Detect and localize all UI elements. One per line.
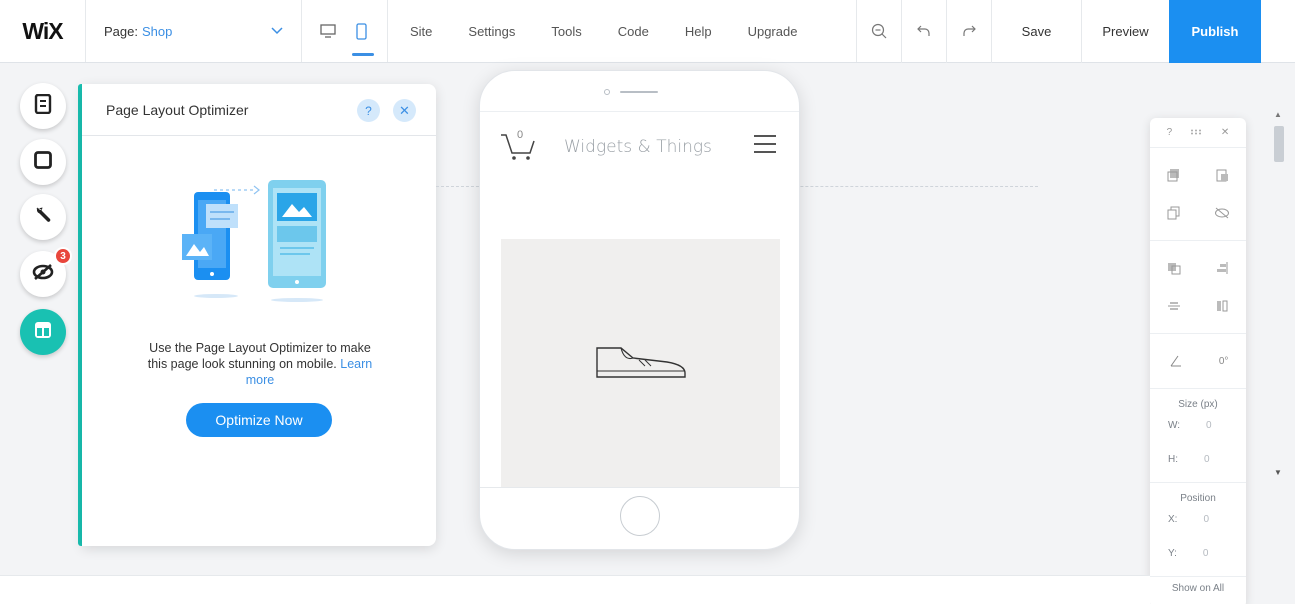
scroll-up-icon[interactable]: ▲ — [1274, 110, 1282, 119]
menu-item-upgrade[interactable]: Upgrade — [748, 24, 798, 39]
scroll-down-icon[interactable]: ▼ — [1274, 468, 1282, 477]
height-field[interactable]: H: 0 — [1150, 444, 1246, 474]
pages-icon — [34, 93, 52, 119]
align-right-icon[interactable] — [1214, 260, 1230, 276]
hamburger-menu-icon[interactable] — [754, 135, 776, 159]
zoom-out-icon[interactable] — [857, 0, 902, 63]
arrange-section — [1150, 148, 1246, 241]
hidden-elements-button[interactable]: 3 — [20, 247, 72, 297]
x-field[interactable]: X: 0 — [1150, 504, 1246, 534]
phone-speaker — [620, 91, 658, 93]
hide-eye-icon[interactable] — [1214, 205, 1230, 221]
pages-button[interactable] — [20, 83, 66, 129]
hidden-count-badge: 3 — [54, 247, 72, 265]
distribute-icon[interactable] — [1166, 298, 1182, 314]
inspector-help-button[interactable]: ? — [1167, 127, 1173, 138]
align-section — [1150, 241, 1246, 334]
layout-icon — [34, 321, 52, 344]
camera-dot — [604, 89, 610, 95]
duplicate-icon[interactable] — [1166, 205, 1182, 221]
mobile-preview-frame: 0 Widgets & Things — [479, 70, 800, 550]
size-section: Size (px) W: 0 H: 0 — [1150, 389, 1246, 483]
toolbar-actions: Save Preview Publish — [857, 0, 1261, 63]
page-label: Page: — [104, 23, 138, 39]
size-label: Size (px) — [1178, 399, 1218, 410]
panel-header: Page Layout Optimizer ? ✕ — [82, 84, 436, 136]
menu-item-settings[interactable]: Settings — [468, 24, 515, 39]
save-button[interactable]: Save — [992, 0, 1082, 63]
arrange-icon[interactable] — [1166, 260, 1182, 276]
canvas-scrollbar[interactable]: ▲ ▼ — [1270, 110, 1286, 500]
rotate-angle-icon[interactable] — [1168, 353, 1184, 369]
hidden-eye-icon — [32, 263, 54, 286]
home-button — [620, 496, 660, 536]
position-section: Position X: 0 Y: 0 — [1150, 483, 1246, 577]
inspector-close-button[interactable]: ✕ — [1221, 127, 1229, 138]
cart-icon[interactable]: 0 — [500, 129, 538, 166]
screen-edge — [480, 111, 799, 112]
device-switcher — [302, 0, 388, 62]
wrench-icon — [33, 205, 53, 230]
square-icon — [34, 150, 52, 174]
preview-button[interactable]: Preview — [1082, 0, 1169, 63]
optimizer-description: Use the Page Layout Optimizer to make th… — [147, 341, 373, 387]
width-field[interactable]: W: 0 — [1150, 410, 1246, 440]
product-image[interactable] — [501, 239, 780, 487]
phone-bottom-edge — [480, 487, 799, 488]
inspector-panel: ? ✕ 0° Size (px) W: 0 H: 0 Position X: 0… — [1150, 118, 1246, 604]
desktop-icon[interactable] — [319, 22, 336, 40]
menu-item-tools[interactable]: Tools — [551, 24, 581, 39]
tools-button[interactable] — [20, 194, 66, 240]
close-button[interactable]: ✕ — [393, 99, 416, 122]
y-field[interactable]: Y: 0 — [1150, 538, 1246, 568]
wix-logo[interactable]: WiX — [0, 0, 86, 62]
footer-strip — [0, 575, 1150, 604]
match-size-icon[interactable] — [1214, 298, 1230, 314]
publish-button[interactable]: Publish — [1169, 0, 1261, 63]
cart-count: 0 — [517, 129, 524, 141]
device-active-indicator — [352, 53, 374, 56]
optimizer-illustration — [178, 172, 348, 317]
layout-optimizer-panel: Page Layout Optimizer ? ✕ Use the Page L… — [82, 84, 436, 546]
mobile-icon[interactable] — [354, 22, 370, 40]
menu-item-site[interactable]: Site — [410, 24, 432, 39]
shoe-icon — [593, 340, 689, 387]
rotation-value[interactable]: 0° — [1219, 356, 1229, 367]
copy-icon[interactable] — [1166, 167, 1182, 183]
background-button[interactable] — [20, 139, 66, 185]
redo-icon[interactable] — [947, 0, 992, 63]
panel-title: Page Layout Optimizer — [106, 101, 249, 118]
main-menu: Site Settings Tools Code Help Upgrade — [388, 0, 857, 62]
site-title[interactable]: Widgets & Things — [564, 137, 712, 157]
help-button[interactable]: ? — [357, 99, 380, 122]
inspector-header: ? ✕ — [1150, 118, 1246, 148]
menu-item-code[interactable]: Code — [618, 24, 649, 39]
chevron-down-icon — [271, 24, 283, 38]
menu-item-help[interactable]: Help — [685, 24, 712, 39]
show-on-all-toggle[interactable]: Show on All — [1150, 577, 1246, 594]
page-selector[interactable]: Page: Shop — [86, 0, 302, 62]
rotation-section: 0° — [1150, 334, 1246, 389]
page-value: Shop — [141, 23, 173, 39]
undo-icon[interactable] — [902, 0, 947, 63]
optimize-now-button[interactable]: Optimize Now — [186, 403, 332, 437]
paste-icon[interactable] — [1214, 167, 1230, 183]
position-label: Position — [1180, 493, 1216, 504]
scroll-thumb[interactable] — [1274, 126, 1284, 162]
drag-handle-icon[interactable] — [1190, 127, 1204, 138]
layout-optimizer-button[interactable] — [20, 309, 66, 355]
top-bar: WiX Page: Shop Site Settings Tools Code … — [0, 0, 1295, 63]
